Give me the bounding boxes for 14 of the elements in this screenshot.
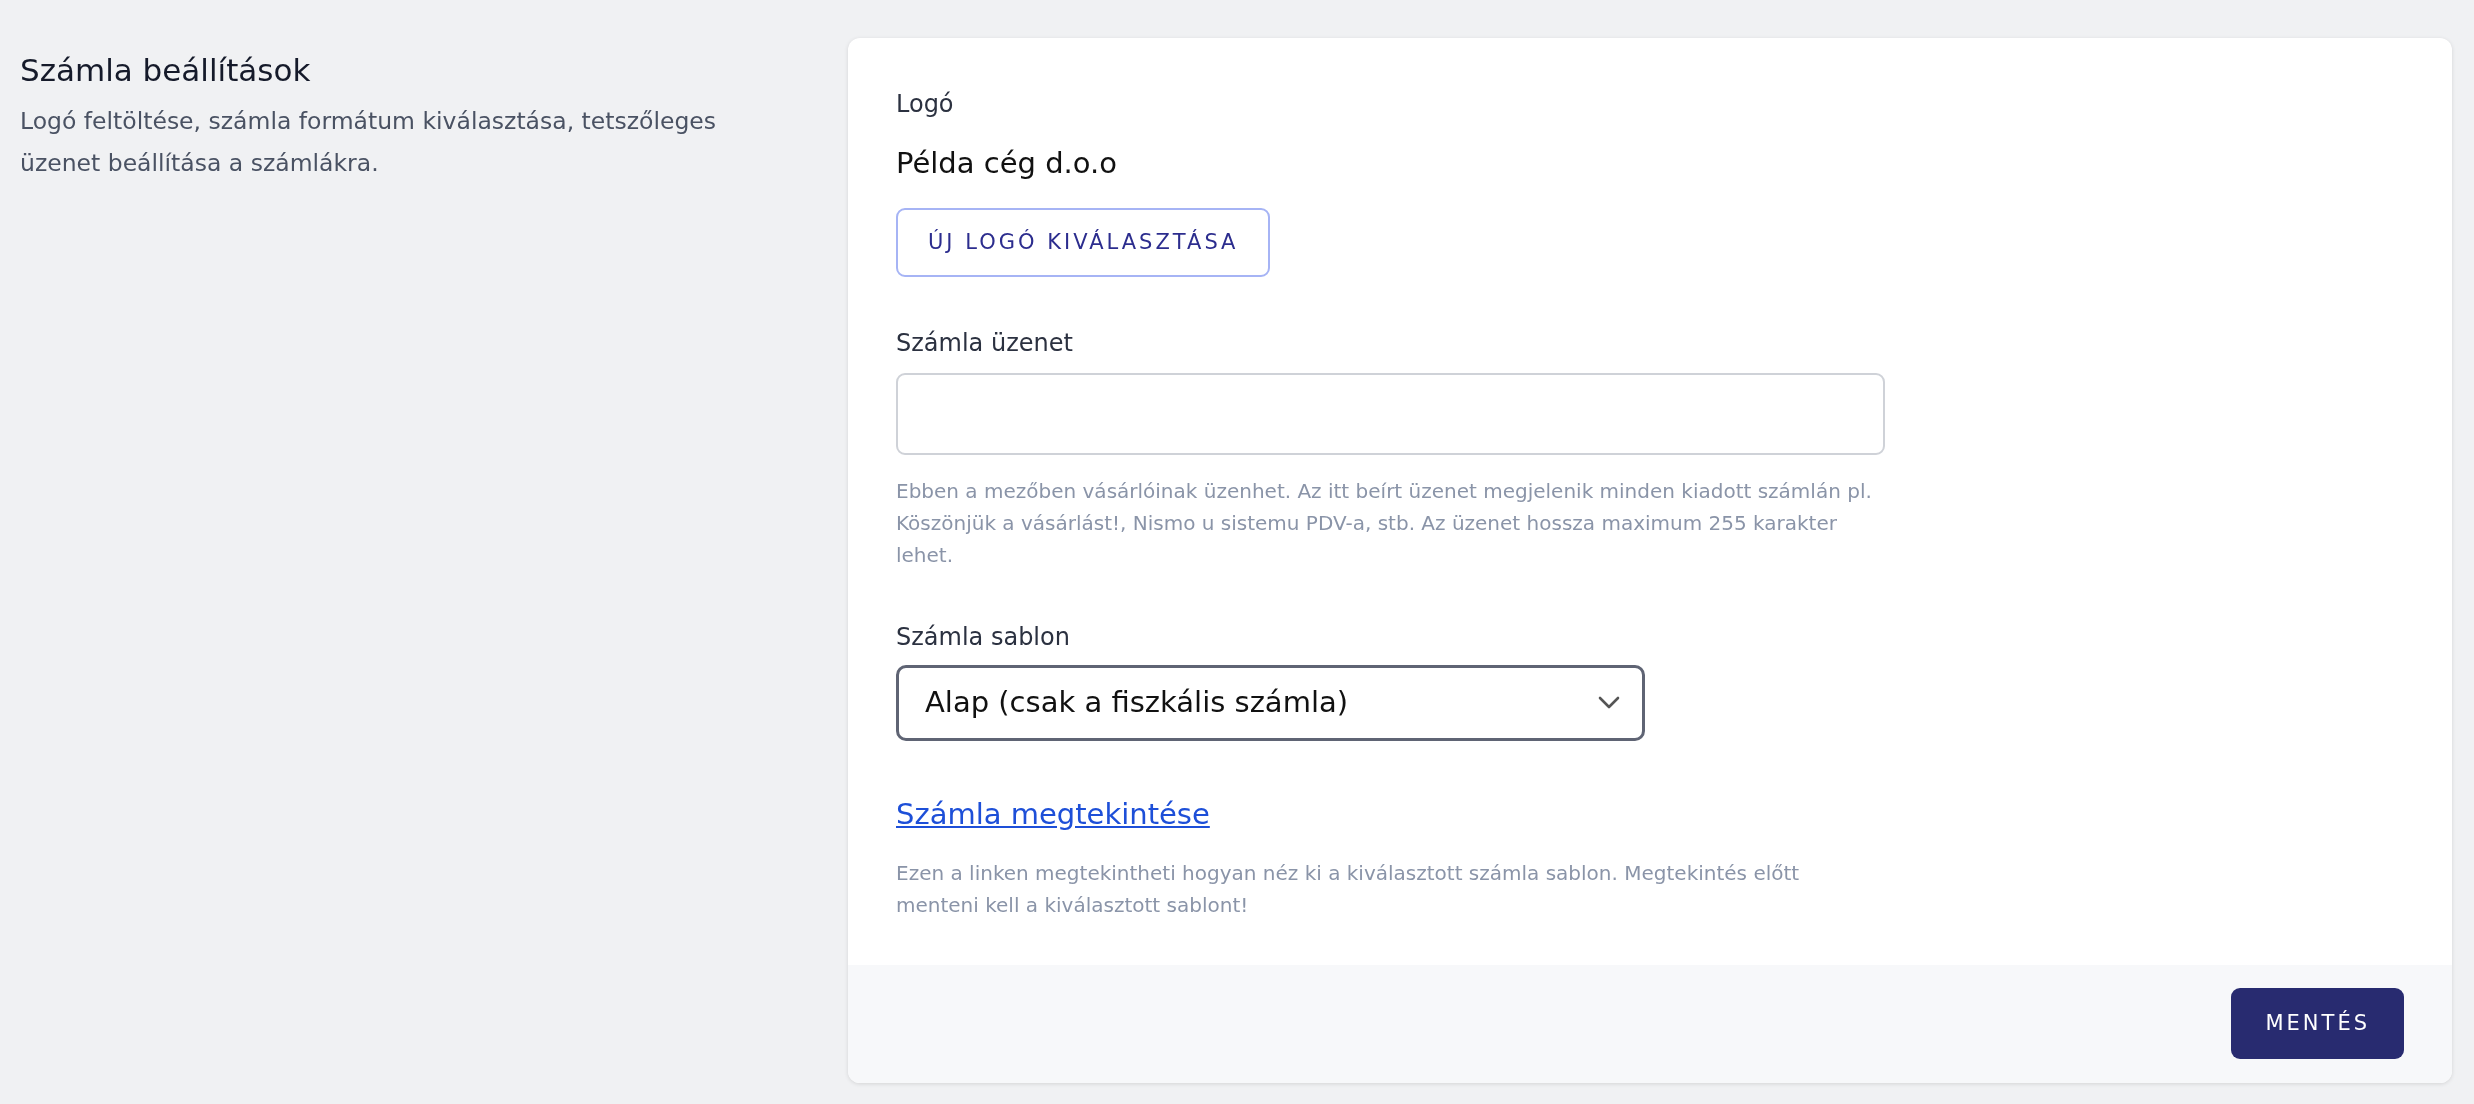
help-text: Ezen a linken megtekintheti hogyan néz ki a kiválasztott számla sablon. Megtekintés előtt menteni kell a kiválasztott sablont! — [896, 859, 1801, 919]
company-name: Példa cég d.o.o — [896, 145, 1118, 182]
section-description: Logó feltöltése, számla formátum kiválasztása, tetszőleges üzenet beállítása a számlákra. — [20, 106, 718, 179]
field-label: Logó — [896, 89, 955, 120]
field-label: Számla sablon — [896, 622, 1071, 653]
help-text: Ebben a mezőben vásárlóinak üzenhet. Az itt beírt üzenet megjelenik minden kiadott számlán pl. Köszönjük a vásárlást!, Nismo u sistemu PDV-a, stb. Az üzenet hossza maximum 255 karakter lehet. — [896, 478, 1873, 569]
preview-link[interactable]: Számla megtekintése — [896, 797, 1210, 831]
section-title: Számla beállítások — [20, 52, 312, 90]
template-select[interactable]: Alap (csak a fiszkális számla) — [896, 665, 1645, 741]
chevron-down-icon — [1598, 696, 1620, 710]
save-button[interactable]: MENTÉS — [2231, 987, 2404, 1060]
choose-logo-button[interactable]: ÚJ LOGÓ KIVÁLASZTÁSA — [896, 207, 1271, 277]
field-label: Számla üzenet — [896, 328, 1074, 359]
message-input-field[interactable] — [896, 373, 1885, 455]
